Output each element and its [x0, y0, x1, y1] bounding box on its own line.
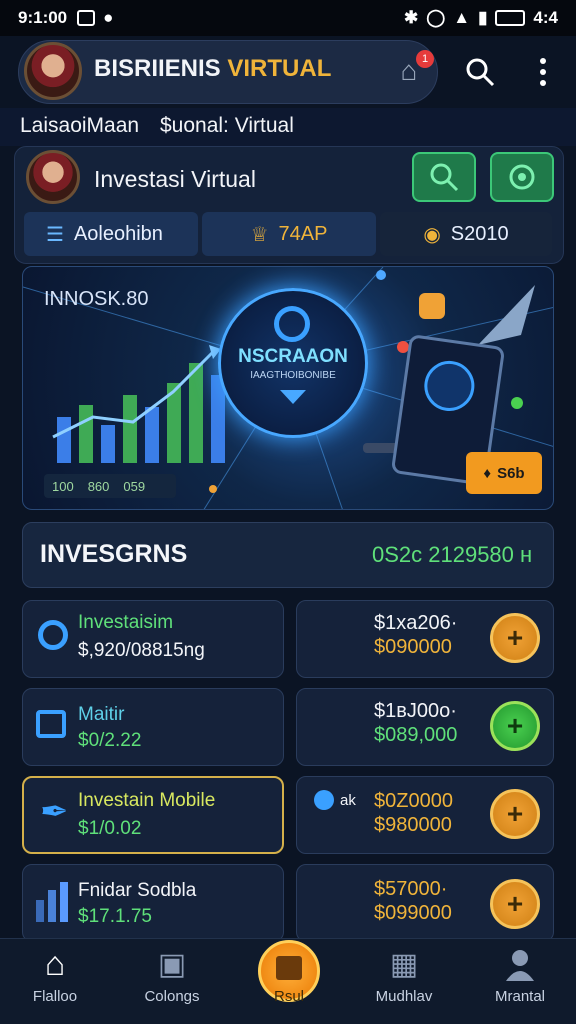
plus-icon: +: [506, 622, 524, 653]
gift-icon: [276, 956, 302, 980]
pen-icon: ✒: [40, 793, 69, 831]
chip-rank[interactable]: ♕ 74AP: [202, 212, 376, 256]
add-investment-button[interactable]: +: [490, 789, 540, 839]
investments-title: INVESGRNS: [40, 540, 188, 568]
app-title: BISRIIENIS VIRTUAL: [94, 55, 331, 83]
plus-icon: +: [506, 798, 524, 829]
hero-orb-subtitle: IAAGTHOIBONIBE: [250, 370, 336, 381]
hero-stat-2: 860: [87, 478, 110, 494]
messenger-icon: ●: [103, 8, 114, 27]
nav-market-label[interactable]: Mudhlav: [354, 988, 454, 1005]
bar-chart-icon: [36, 882, 70, 927]
investment-name: Investaisim: [78, 612, 174, 633]
chip-rank-label: 74AP: [278, 222, 328, 245]
nav-profile-label[interactable]: Mrantal: [470, 988, 570, 1005]
chevron-down-icon: [280, 390, 306, 404]
bluetooth-icon: ✱: [403, 8, 419, 27]
hero-orb-title: NSCRAAON: [238, 346, 348, 367]
settings-button[interactable]: [490, 152, 554, 202]
tab-left[interactable]: LaisaoiMaan: [20, 114, 139, 138]
app-title-main: BISRIIENIS: [94, 55, 221, 82]
hero-action-button[interactable]: ♦ S6b: [466, 452, 542, 494]
nav-profile-button[interactable]: [470, 944, 570, 984]
chip-category[interactable]: ☰ Aoleohibn: [24, 212, 198, 256]
price-current: $1хa206·: [374, 612, 458, 634]
price-current: $0Z0000: [374, 790, 453, 812]
nav-categories-label[interactable]: Colongs: [122, 988, 222, 1005]
search-icon: [466, 58, 495, 87]
alarm-icon: ◯: [426, 8, 446, 27]
price-target: $089,000: [374, 724, 458, 746]
price-target: $980000: [374, 814, 452, 836]
battery-icon: [495, 10, 526, 26]
app-title-accent: VIRTUAL: [227, 55, 332, 82]
investment-name: Maitir: [78, 704, 125, 725]
nav-home-button[interactable]: ⌂: [5, 944, 105, 984]
more-vert-icon: [540, 58, 546, 86]
investment-amount: $,920/08815ng: [78, 640, 205, 661]
profile-search-button[interactable]: [412, 152, 476, 202]
plus-icon: +: [506, 710, 524, 741]
hero-stat-1: 100: [52, 478, 74, 494]
investment-name: Fnidar Sodbla: [78, 880, 197, 901]
box-icon: ▣: [157, 947, 187, 981]
add-investment-button[interactable]: +: [490, 613, 540, 663]
hero-stat-3: 059: [123, 478, 146, 494]
chip-points-label: S2010: [450, 222, 509, 245]
hero-action-label: S6b: [497, 464, 525, 482]
network-icon: [314, 790, 334, 810]
price-target: $099000: [374, 902, 452, 924]
investment-amount: $0/2.22: [78, 730, 142, 751]
nav-home-label[interactable]: Flalloo: [5, 988, 105, 1005]
price-target: $090000: [374, 636, 452, 658]
hero-stats: 100 860 059: [44, 474, 176, 498]
add-investment-button[interactable]: +: [490, 701, 540, 751]
chip-points[interactable]: ◉ S2010: [380, 212, 552, 256]
nav-categories-button[interactable]: ▣: [122, 944, 222, 984]
investments-total: 0S2c 2129580 н: [372, 542, 533, 567]
chip-category-label: Aoleohibn: [73, 222, 163, 245]
search-icon: [430, 163, 459, 192]
investment-name: Investain Mobile: [78, 790, 216, 811]
clock: 9:1:00: [18, 8, 68, 27]
layers-icon: ☰: [46, 223, 64, 246]
add-investment-button[interactable]: +: [490, 879, 540, 929]
gear-icon: [274, 306, 310, 342]
location-icon: ◉: [423, 223, 441, 246]
notification-badge: 1: [416, 50, 434, 68]
app-avatar[interactable]: [24, 42, 82, 100]
home-icon: ⌂: [44, 944, 66, 983]
signal-icon: ▮: [478, 8, 488, 27]
more-menu-button[interactable]: [528, 52, 558, 92]
monitor-icon: [36, 710, 66, 738]
profile-title: Investasi Virtual: [94, 166, 256, 192]
wifi-icon: ▲: [453, 8, 471, 27]
gear-icon: [38, 620, 68, 650]
gear-icon: [509, 164, 535, 190]
nav-market-button[interactable]: ▦: [354, 944, 454, 984]
status-bar: 9:1:00 ● ✱ ◯ ▲ ▮ 4:4: [0, 0, 576, 36]
investment-amount: $17.1.75: [78, 906, 152, 927]
price-current: $1вJ00o·: [374, 700, 457, 722]
price-current: $57000·: [374, 878, 448, 900]
hero-title: INNOSK.80: [44, 288, 149, 310]
phone-screen-icon: [421, 357, 478, 415]
trophy-icon: ♕: [250, 223, 269, 246]
profile-avatar[interactable]: [26, 150, 80, 204]
tab-right[interactable]: $uonal: Virtual: [160, 114, 294, 138]
investment-amount: $1/0.02: [78, 818, 142, 839]
price-tag: ak: [340, 792, 356, 809]
user-icon: [506, 950, 534, 981]
ticket-icon: ♦: [483, 464, 492, 482]
store-icon: ▦: [389, 947, 419, 981]
search-button[interactable]: [460, 52, 500, 92]
home-icon: ⌂: [400, 55, 418, 86]
notification-icon: [77, 10, 96, 26]
plus-icon: +: [506, 888, 524, 919]
nav-center-label[interactable]: Rsul: [239, 988, 339, 1005]
battery-level: 4:4: [533, 8, 558, 27]
